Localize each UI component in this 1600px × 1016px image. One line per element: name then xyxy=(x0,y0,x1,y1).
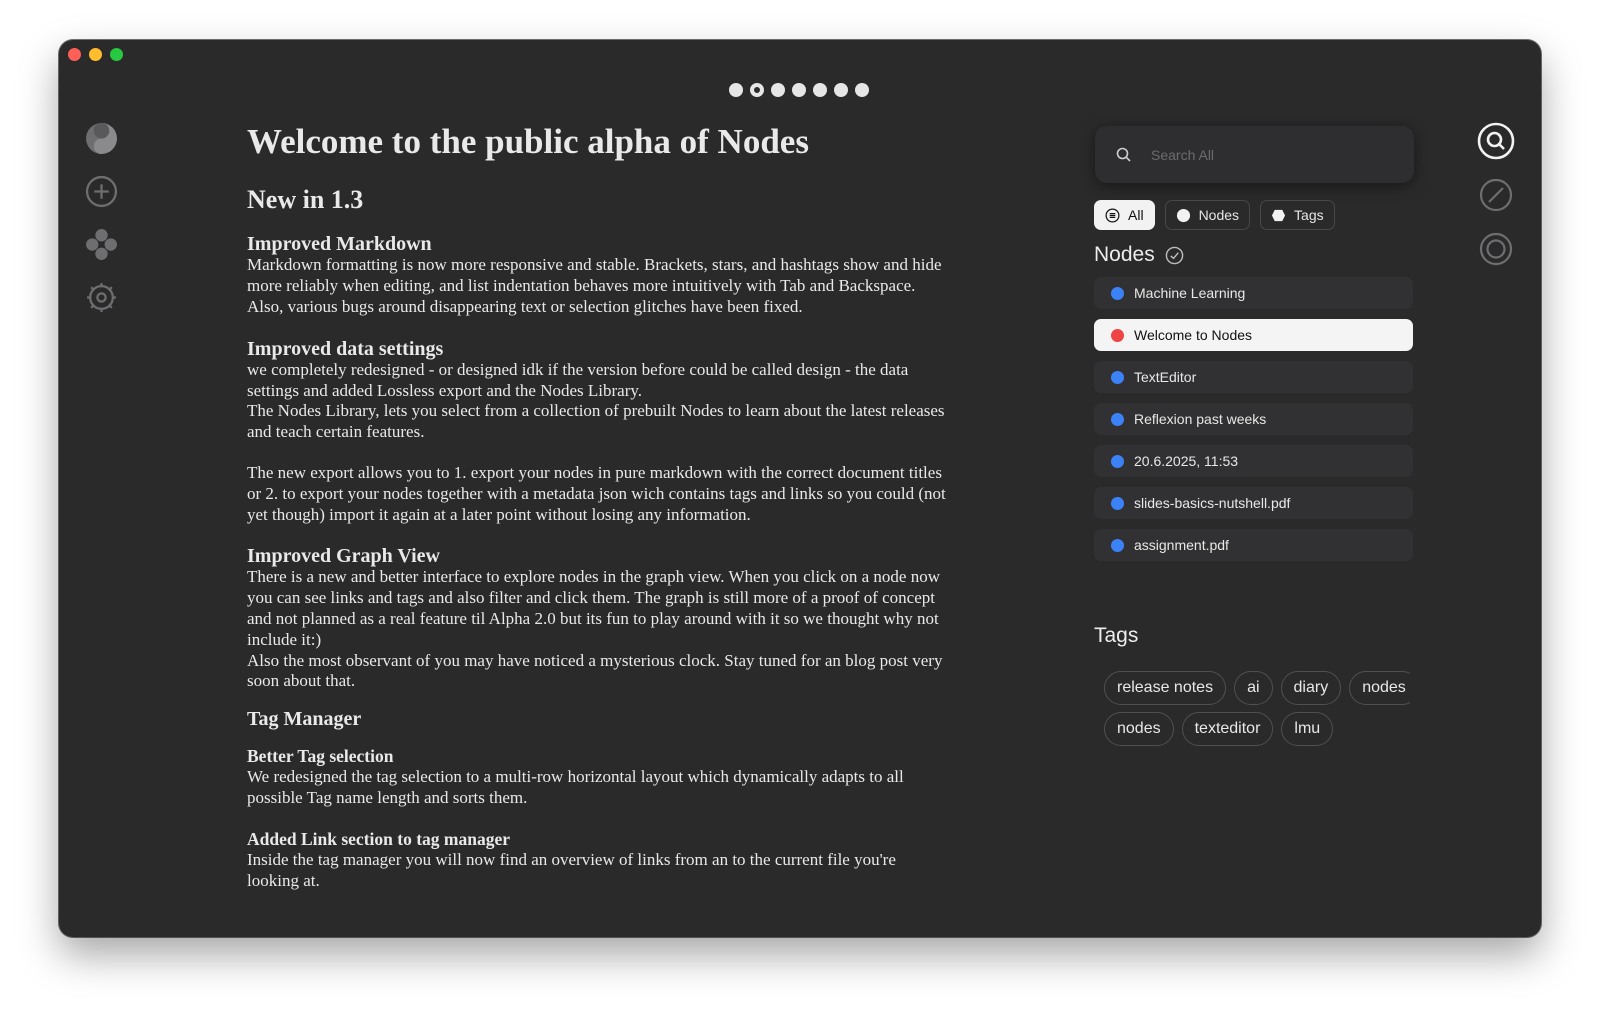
edit-circle-icon[interactable] xyxy=(1477,176,1515,214)
filter-tags-label: Tags xyxy=(1294,207,1324,223)
add-circle-icon[interactable] xyxy=(85,175,118,208)
section-body: The new export allows you to 1. export y… xyxy=(247,463,946,524)
target-circle-icon[interactable] xyxy=(1477,230,1515,268)
section-body: Inside the tag manager you will now find… xyxy=(247,849,896,890)
list-item[interactable]: Machine Learning xyxy=(1094,277,1413,309)
list-circle-icon xyxy=(1105,208,1120,222)
node-color-dot xyxy=(1111,328,1124,342)
list-item[interactable]: assignment.pdf xyxy=(1094,529,1413,561)
section-body: Also the most observant of you may have … xyxy=(247,650,943,691)
nodes-cluster-icon[interactable] xyxy=(85,228,118,261)
node-color-dot xyxy=(1111,286,1124,300)
section-body: we completely redesigned - or designed i… xyxy=(247,359,909,400)
circle-icon xyxy=(1176,208,1190,222)
section-heading: Tag Manager xyxy=(247,708,362,731)
document-title: Welcome to the public alpha of Nodes xyxy=(247,122,809,161)
list-item[interactable]: slides-basics-nutshell.pdf xyxy=(1094,487,1413,519)
node-color-dot xyxy=(1111,370,1124,384)
search-input[interactable] xyxy=(1149,145,1393,164)
nodes-header: Nodes xyxy=(1094,243,1184,267)
node-color-dot xyxy=(1111,412,1124,426)
tag-row: nodes texteditor lmu xyxy=(1104,712,1410,746)
tag-chip[interactable]: ai xyxy=(1234,671,1273,705)
minimize-window-button[interactable] xyxy=(89,48,102,61)
page-dot[interactable] xyxy=(729,83,743,97)
window-controls xyxy=(68,48,123,61)
page-dot[interactable] xyxy=(813,83,827,97)
tag-icon xyxy=(1271,209,1286,221)
filter-chips: All Nodes Tags xyxy=(1094,200,1335,230)
list-item[interactable]: 20.6.2025, 11:53 xyxy=(1094,445,1413,477)
page-dot[interactable] xyxy=(834,83,848,97)
tag-chip[interactable]: lmu xyxy=(1281,712,1334,746)
close-window-button[interactable] xyxy=(68,48,81,61)
filter-nodes-label: Nodes xyxy=(1198,207,1240,223)
list-item[interactable]: Reflexion past weeks xyxy=(1094,403,1413,435)
section-body: We redesigned the tag selection to a mul… xyxy=(247,767,904,807)
section-body: There is a new and better interface to e… xyxy=(247,567,940,649)
filter-nodes-button[interactable]: Nodes xyxy=(1164,200,1251,230)
settings-gear-icon[interactable] xyxy=(85,281,118,314)
page-dot[interactable] xyxy=(855,83,869,97)
zoom-window-button[interactable] xyxy=(110,48,123,61)
node-label: 20.6.2025, 11:53 xyxy=(1134,453,1239,469)
tag-row: release notes ai diary nodes xyxy=(1104,671,1410,705)
subsection-heading: Better Tag selection xyxy=(247,746,394,767)
tags-title: Tags xyxy=(1094,624,1139,647)
search-bar xyxy=(1095,126,1414,183)
document-subtitle: New in 1.3 xyxy=(247,185,364,215)
node-list: Machine Learning Welcome to Nodes TextEd… xyxy=(1094,277,1413,571)
node-color-dot xyxy=(1111,454,1124,468)
filter-tags-button[interactable]: Tags xyxy=(1260,200,1335,230)
subsection-heading: Added Link section to tag manager xyxy=(247,828,510,849)
section-heading: Improved Graph View xyxy=(247,545,440,568)
list-item-selected[interactable]: Welcome to Nodes xyxy=(1094,319,1413,351)
node-label: assignment.pdf xyxy=(1134,537,1229,553)
left-toolbar xyxy=(85,122,118,314)
tags-list: release notes ai diary nodes nodes texte… xyxy=(1104,671,1410,751)
nodes-title: Nodes xyxy=(1094,243,1155,266)
section-heading: Improved data settings xyxy=(247,337,444,360)
node-label: Machine Learning xyxy=(1134,285,1246,301)
app-window: Welcome to the public alpha of Nodes New… xyxy=(59,40,1541,937)
page-dot[interactable] xyxy=(792,83,806,97)
list-item[interactable]: TextEditor xyxy=(1094,361,1413,393)
node-color-dot xyxy=(1111,496,1124,510)
node-label: slides-basics-nutshell.pdf xyxy=(1134,495,1291,511)
tag-chip[interactable]: diary xyxy=(1280,671,1342,705)
tag-chip[interactable]: texteditor xyxy=(1181,712,1274,746)
yin-yang-icon[interactable] xyxy=(85,122,118,155)
tag-chip[interactable]: nodes xyxy=(1104,712,1174,746)
page-indicator xyxy=(729,83,869,97)
tag-chip[interactable]: nodes xyxy=(1349,671,1410,705)
search-icon xyxy=(1116,147,1131,162)
filter-all-button[interactable]: All xyxy=(1094,200,1155,230)
section-body: The Nodes Library, lets you select from … xyxy=(247,401,945,442)
check-circle-icon[interactable] xyxy=(1165,246,1184,265)
filter-all-label: All xyxy=(1128,207,1144,223)
node-color-dot xyxy=(1111,538,1124,552)
right-toolbar xyxy=(1477,122,1515,268)
node-label: Welcome to Nodes xyxy=(1134,327,1253,343)
document-editor[interactable]: Welcome to the public alpha of Nodes New… xyxy=(247,122,947,891)
search-circle-icon[interactable] xyxy=(1477,122,1515,160)
node-label: TextEditor xyxy=(1134,369,1197,385)
node-label: Reflexion past weeks xyxy=(1134,411,1267,427)
page-dot-active[interactable] xyxy=(750,83,764,97)
tag-chip[interactable]: release notes xyxy=(1104,671,1227,705)
section-body: Markdown formatting is now more responsi… xyxy=(247,255,942,317)
page-dot[interactable] xyxy=(771,83,785,97)
section-heading: Improved Markdown xyxy=(247,233,432,256)
